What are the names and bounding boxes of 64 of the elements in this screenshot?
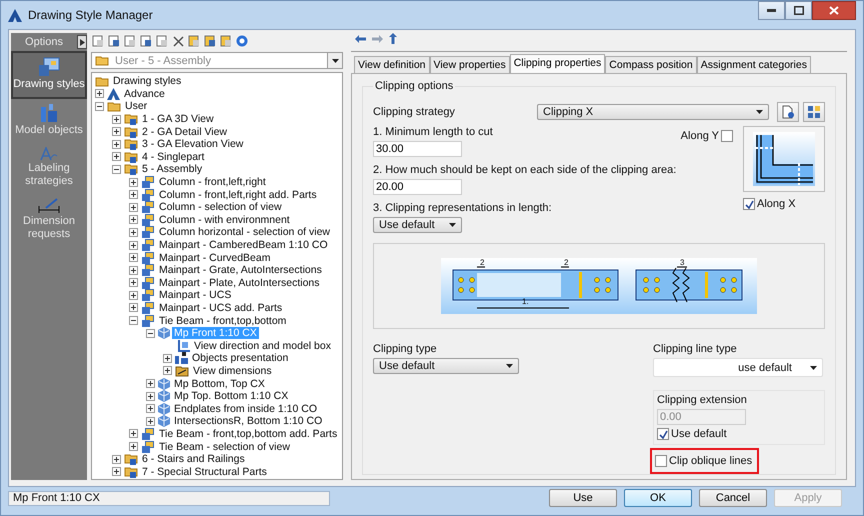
tree-item[interactable]: View dimensions: [191, 364, 274, 377]
tab[interactable]: Assignment categories: [696, 56, 811, 73]
min-length-field[interactable]: 30.00: [373, 141, 462, 157]
kept-length-field[interactable]: 20.00: [373, 179, 462, 195]
tree-item[interactable]: Mainpart - UCS: [157, 289, 234, 302]
field-label: 1. Minimum length to cut: [373, 126, 494, 138]
group-title: Clipping options: [374, 80, 454, 92]
field-label: 3. Clipping representations in length:: [373, 202, 553, 214]
field-label: Clipping type: [373, 343, 438, 355]
dialog-button[interactable]: OK: [624, 489, 692, 507]
dialog-button[interactable]: Cancel: [699, 489, 767, 507]
sidebar-header: Options: [24, 36, 64, 48]
clip-oblique-checkbox[interactable]: Clip oblique lines: [655, 455, 753, 467]
field-label: Clipping strategy: [373, 106, 456, 118]
tab[interactable]: View definition: [354, 56, 430, 73]
tree-item[interactable]: Advance: [122, 88, 167, 100]
tab[interactable]: Compass position: [605, 56, 697, 73]
tree-item[interactable]: Column - front,left,right: [157, 176, 268, 188]
tree-item[interactable]: Column horizontal - selection of view: [157, 226, 332, 238]
tree-item[interactable]: Column - with environmnent: [157, 214, 292, 226]
dimension-label: 3: [680, 259, 684, 267]
tree-item[interactable]: 3 - GA Elevation View: [140, 138, 246, 150]
tree-item[interactable]: Mainpart - CamberedBeam 1:10 CO: [157, 239, 330, 252]
tree-item[interactable]: Column - selection of view: [157, 201, 284, 214]
field-label: Clipping line type: [653, 343, 738, 355]
tree-item[interactable]: 1 - GA 3D View: [140, 113, 216, 126]
dimension-label: 2: [480, 259, 484, 267]
tab[interactable]: Clipping properties: [510, 54, 606, 73]
window-title: Drawing Style Manager: [28, 8, 153, 22]
tree-item[interactable]: Mainpart - Plate, AutoIntersections: [157, 276, 322, 289]
tree-item[interactable]: Column - front,left,right add. Parts: [157, 188, 319, 201]
tree-item[interactable]: Drawing styles: [111, 75, 184, 88]
along-y-checkbox[interactable]: Along Y: [680, 130, 733, 142]
along-x-checkbox[interactable]: Along X: [743, 198, 825, 210]
tree-item[interactable]: Endplates from inside 1:10 CO: [172, 402, 319, 415]
tree-item[interactable]: Mainpart - Grate, AutoIntersections: [157, 264, 324, 276]
tree-item[interactable]: Objects presentation: [190, 352, 290, 364]
tree-item[interactable]: 5 - Assembly: [140, 163, 204, 176]
dimension-label: 2: [564, 259, 568, 267]
tree-item[interactable]: Mainpart - CurvedBeam: [157, 252, 272, 264]
tree-item[interactable]: User: [123, 100, 150, 112]
tree-item[interactable]: View direction and model box: [192, 340, 333, 352]
dialog-button[interactable]: Use: [549, 489, 617, 507]
tree-item[interactable]: IntersectionsR, Bottom 1:10 CO: [172, 415, 324, 428]
style-dropdown[interactable]: User - 5 - Assembly: [91, 52, 343, 69]
strategy-dropdown[interactable]: Clipping X: [537, 104, 769, 120]
tab[interactable]: View properties: [430, 56, 510, 73]
field-label: 2. How much should be kept on each side of the clipping area:: [373, 164, 673, 176]
tree-item[interactable]: Tie Beam - front,top,bottom: [157, 314, 288, 327]
tree-item[interactable]: Mp Bottom, Top CX: [172, 378, 267, 390]
tree-item[interactable]: Tie Beam - front,top,bottom add. Parts: [157, 428, 340, 440]
sidebar-item[interactable]: Drawing styles: [11, 51, 87, 99]
field-label: Clipping extension: [657, 394, 748, 406]
tree-item[interactable]: 7 - Special Structural Parts: [140, 466, 269, 478]
tree-item[interactable]: Mp Top. Bottom 1:10 CX: [172, 390, 290, 402]
tree-item[interactable]: 4 - Singlepart: [140, 150, 206, 163]
line-type-dropdown[interactable]: use default: [653, 358, 823, 377]
clipping-type-dropdown[interactable]: Use default: [373, 358, 519, 374]
status-text: Mp Front 1:10 CX: [13, 492, 100, 504]
tree-item[interactable]: 6 - Stairs and Railings: [140, 453, 247, 466]
tree-item[interactable]: 2 - GA Detail View: [140, 126, 230, 138]
representation-dropdown[interactable]: Use default: [373, 217, 462, 233]
tree-item[interactable]: Tie Beam - selection of view: [157, 440, 292, 453]
tree-item[interactable]: Mainpart - UCS add. Parts: [157, 302, 284, 314]
